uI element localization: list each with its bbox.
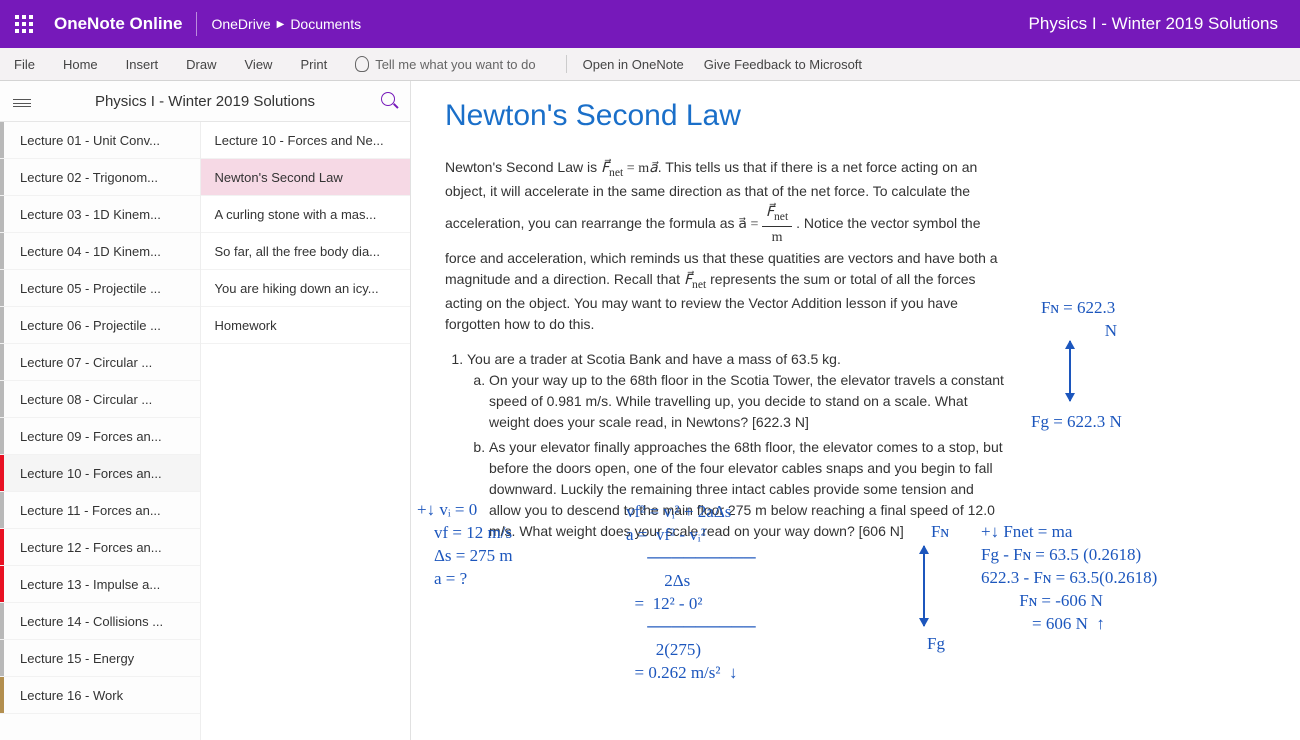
section-item[interactable]: Lecture 12 - Forces an... — [0, 529, 200, 566]
ink-force-arrow — [923, 546, 925, 626]
breadcrumb-root[interactable]: OneDrive — [211, 16, 270, 32]
section-item[interactable]: Lecture 14 - Collisions ... — [0, 603, 200, 640]
section-item[interactable]: Lecture 01 - Unit Conv... — [0, 122, 200, 159]
tab-home[interactable]: Home — [49, 48, 112, 80]
chevron-right-icon: ▶ — [277, 19, 285, 30]
section-label: Lecture 04 - 1D Kinem... — [20, 244, 161, 259]
nav-toggle-button[interactable] — [0, 91, 44, 112]
waffle-icon — [15, 15, 33, 33]
page-list[interactable]: Lecture 10 - Forces and Ne...Newton's Se… — [201, 122, 410, 740]
section-label: Lecture 03 - 1D Kinem... — [20, 207, 161, 222]
section-label: Lecture 13 - Impulse a... — [20, 577, 160, 592]
ink-fg-label: Fg — [927, 633, 945, 656]
section-label: Lecture 02 - Trigonom... — [20, 170, 158, 185]
section-item[interactable]: Lecture 08 - Circular ... — [0, 381, 200, 418]
page-item[interactable]: Newton's Second Law — [201, 159, 410, 196]
section-page-lists: Lecture 01 - Unit Conv... Lecture 02 - Tr… — [0, 122, 410, 740]
section-item[interactable]: Lecture 02 - Trigonom... — [0, 159, 200, 196]
section-label: Lecture 08 - Circular ... — [20, 392, 152, 407]
ribbon-tabs: File Home Insert Draw View Print Tell me… — [0, 48, 1300, 81]
section-item[interactable]: Lecture 16 - Work — [0, 677, 200, 714]
breadcrumb[interactable]: OneDrive ▶ Documents — [197, 16, 375, 32]
tell-me-placeholder: Tell me what you want to do — [375, 57, 535, 72]
document-title: Physics I - Winter 2019 Solutions — [1029, 14, 1300, 34]
sidebar-search-button[interactable] — [366, 92, 410, 111]
breadcrumb-leaf[interactable]: Documents — [290, 16, 361, 32]
ink-kinematics-given: +↓ vᵢ = 0 vf = 12 m/s Δs = 275 m a = ? — [417, 499, 513, 591]
page-title: Newton's Second Law — [445, 99, 1270, 133]
ink-fg-top: Fg = 622.3 N — [1031, 411, 1122, 434]
navigation-sidebar: Physics I - Winter 2019 Solutions Lectur… — [0, 81, 411, 740]
ink-kinematics-solve: vf² = vᵢ² + 2aΔs a = vf² - vᵢ² ─────────… — [626, 501, 756, 685]
page-item[interactable]: You are hiking down an icy... — [201, 270, 410, 307]
ink-arrow-top — [1069, 341, 1071, 401]
section-label: Lecture 15 - Energy — [20, 651, 134, 666]
search-icon — [381, 92, 395, 106]
section-item[interactable]: Lecture 05 - Projectile ... — [0, 270, 200, 307]
app-launcher-button[interactable] — [0, 0, 48, 48]
page-content[interactable]: Newton's Second Law Newton's Second Law … — [411, 81, 1300, 740]
lightbulb-icon — [355, 56, 369, 72]
section-item[interactable]: Lecture 15 - Energy — [0, 640, 200, 677]
intro-paragraph: Newton's Second Law is F⃗net = ma⃗. This… — [445, 157, 1005, 335]
sidebar-header: Physics I - Winter 2019 Solutions — [0, 81, 410, 122]
page-body-text: Newton's Second Law is F⃗net = ma⃗. This… — [445, 157, 1005, 542]
section-item[interactable]: Lecture 06 - Projectile ... — [0, 307, 200, 344]
ink-fn-label: Fɴ — [931, 521, 949, 544]
page-item[interactable]: Homework — [201, 307, 410, 344]
section-item[interactable]: Lecture 04 - 1D Kinem... — [0, 233, 200, 270]
section-item[interactable]: Lecture 03 - 1D Kinem... — [0, 196, 200, 233]
section-list[interactable]: Lecture 01 - Unit Conv... Lecture 02 - Tr… — [0, 122, 201, 740]
divider — [566, 55, 567, 73]
section-label: Lecture 14 - Collisions ... — [20, 614, 163, 629]
title-bar: OneNote Online OneDrive ▶ Documents Phys… — [0, 0, 1300, 48]
section-item[interactable]: Lecture 11 - Forces an... — [0, 492, 200, 529]
page-item[interactable]: Lecture 10 - Forces and Ne... — [201, 122, 410, 159]
section-label: Lecture 06 - Projectile ... — [20, 318, 161, 333]
tab-file[interactable]: File — [0, 48, 49, 80]
section-item[interactable]: Lecture 07 - Circular ... — [0, 344, 200, 381]
section-item[interactable]: Lecture 09 - Forces an... — [0, 418, 200, 455]
app-brand: OneNote Online — [48, 14, 196, 34]
open-in-onenote-link[interactable]: Open in OneNote — [583, 57, 684, 72]
section-label: Lecture 12 - Forces an... — [20, 540, 162, 555]
tab-view[interactable]: View — [231, 48, 287, 80]
section-label: Lecture 01 - Unit Conv... — [20, 133, 160, 148]
tab-print[interactable]: Print — [286, 48, 341, 80]
tab-draw[interactable]: Draw — [172, 48, 230, 80]
page-item[interactable]: A curling stone with a mas... — [201, 196, 410, 233]
section-label: Lecture 07 - Circular ... — [20, 355, 152, 370]
hamburger-icon — [13, 99, 31, 107]
ink-newton-solve: +↓ Fnet = ma Fg - Fɴ = 63.5 (0.2618) 622… — [981, 521, 1157, 636]
section-label: Lecture 09 - Forces an... — [20, 429, 162, 444]
ink-fn-top: Fɴ = 622.3 N — [1041, 297, 1117, 343]
section-label: Lecture 10 - Forces an... — [20, 466, 162, 481]
feedback-link[interactable]: Give Feedback to Microsoft — [704, 57, 862, 72]
tab-insert[interactable]: Insert — [112, 48, 173, 80]
main-area: Physics I - Winter 2019 Solutions Lectur… — [0, 81, 1300, 740]
section-item[interactable]: Lecture 13 - Impulse a... — [0, 566, 200, 603]
section-label: Lecture 05 - Projectile ... — [20, 281, 161, 296]
section-item[interactable]: Lecture 10 - Forces an... — [0, 455, 200, 492]
tell-me-search[interactable]: Tell me what you want to do — [341, 56, 549, 72]
section-label: Lecture 16 - Work — [20, 688, 123, 703]
notebook-title[interactable]: Physics I - Winter 2019 Solutions — [44, 93, 366, 110]
question-1a: On your way up to the 68th floor in the … — [489, 370, 1005, 433]
page-item[interactable]: So far, all the free body dia... — [201, 233, 410, 270]
section-label: Lecture 11 - Forces an... — [20, 503, 161, 518]
